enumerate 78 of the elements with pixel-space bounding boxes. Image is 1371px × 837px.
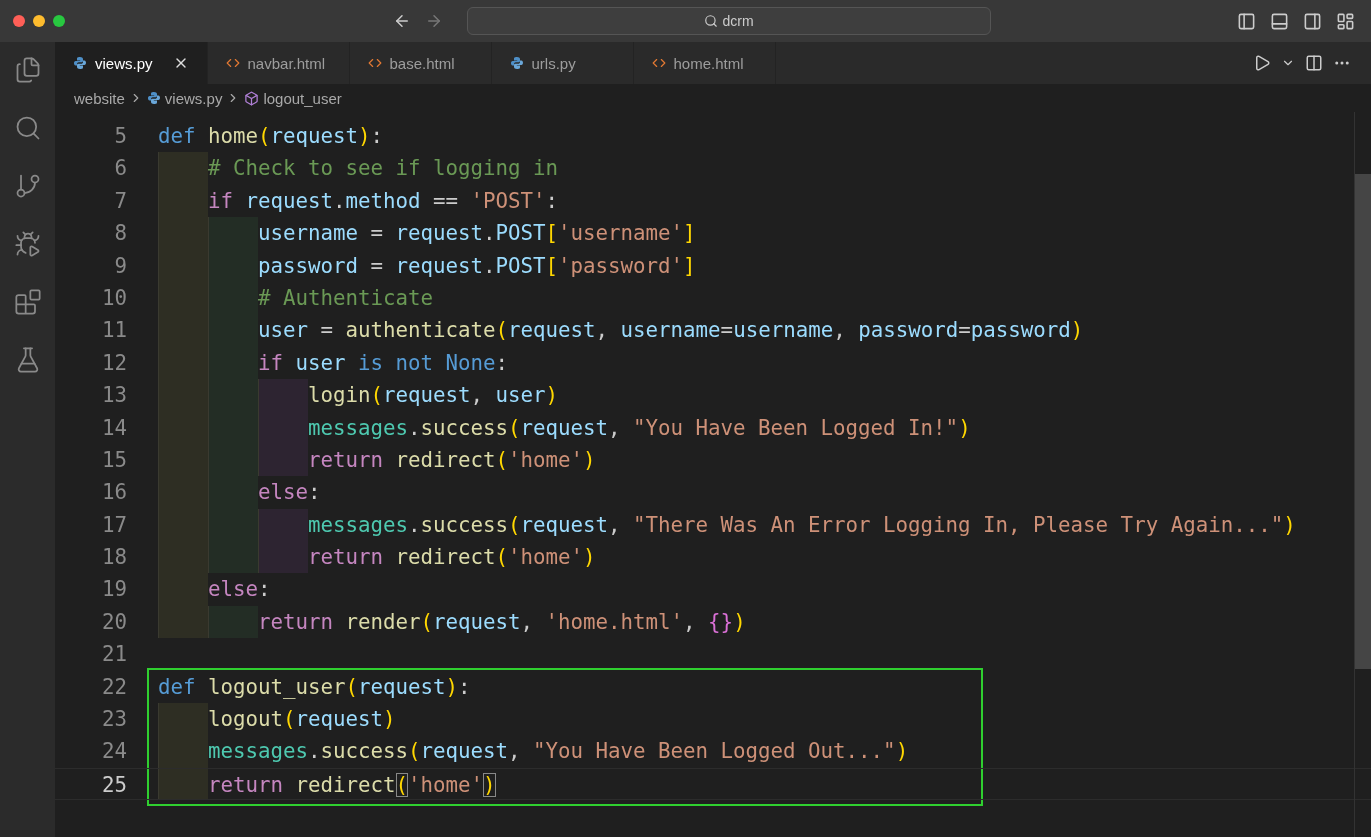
line-number: 13 xyxy=(100,382,128,410)
split-editor-icon[interactable] xyxy=(1305,54,1323,72)
code-line: return redirect('home') xyxy=(308,544,596,572)
line-number: 6 xyxy=(113,155,128,183)
line-number: 7 xyxy=(113,187,128,215)
code-line: if request.method == 'POST': xyxy=(208,187,559,215)
close-window-button[interactable] xyxy=(13,15,25,27)
line-number: 18 xyxy=(100,544,128,572)
line-number: 23 xyxy=(100,706,128,734)
code-line: messages.success(request, "You Have Been Logged In!") xyxy=(308,414,971,442)
line-number: 19 xyxy=(100,576,128,604)
indent-guide xyxy=(158,605,208,639)
code-line: return redirect('home') xyxy=(308,446,596,474)
cube-icon xyxy=(244,90,260,106)
code-line: return render(request, 'home.html', {}) xyxy=(258,608,746,636)
code-line: login(request, user) xyxy=(308,382,559,410)
code-line: messages.success(request, "You Have Been Logged Out...") xyxy=(208,738,909,766)
indent-guide xyxy=(158,703,208,736)
code-line: return redirect('home') xyxy=(208,771,496,799)
breadcrumb-item[interactable]: logout_user xyxy=(263,89,342,107)
run-icon[interactable] xyxy=(1253,54,1271,72)
code-line: # Authenticate xyxy=(258,284,433,312)
code-line: else: xyxy=(258,479,321,507)
indent-guide xyxy=(258,379,308,412)
code-line: username = request.POST['username'] xyxy=(258,220,696,248)
line-number: 5 xyxy=(113,123,128,150)
panel-right-icon[interactable] xyxy=(1303,11,1322,31)
line-number: 10 xyxy=(100,284,128,312)
minimize-window-button[interactable] xyxy=(33,15,45,27)
python-icon xyxy=(509,56,524,70)
indent-guide xyxy=(208,541,258,574)
line-number: 16 xyxy=(100,479,128,507)
run-debug-icon[interactable] xyxy=(13,230,42,258)
code-line: logout(request) xyxy=(208,706,396,734)
line-number: 25 xyxy=(100,771,128,799)
line-number: 11 xyxy=(100,317,128,345)
line-number: 24 xyxy=(100,738,128,766)
indent-guide xyxy=(208,217,258,250)
line-number: 20 xyxy=(100,608,128,636)
code-line: if user is not None: xyxy=(258,349,509,377)
line-number: 21 xyxy=(100,641,128,669)
code-icon xyxy=(367,56,382,70)
code-line: password = request.POST['password'] xyxy=(258,252,696,280)
line-number: 9 xyxy=(113,252,128,280)
line-number: 14 xyxy=(100,414,128,442)
code-icon xyxy=(225,56,240,70)
indent-guide xyxy=(208,605,258,639)
code-icon xyxy=(651,56,666,70)
extensions-icon[interactable] xyxy=(13,288,42,316)
python-icon xyxy=(146,91,161,105)
line-number: 8 xyxy=(113,220,128,248)
breadcrumb-item[interactable]: website xyxy=(74,89,125,107)
indent-guide xyxy=(258,541,308,574)
search-text: dcrm xyxy=(722,13,754,29)
layout-icon[interactable] xyxy=(1336,11,1355,31)
back-button[interactable] xyxy=(393,12,411,30)
panel-left-icon[interactable] xyxy=(1237,11,1256,31)
indent-guide xyxy=(158,152,208,185)
code-line: # Check to see if logging in xyxy=(208,155,559,183)
line-number: 22 xyxy=(100,673,128,701)
search-icon xyxy=(704,14,719,28)
command-search-field[interactable]: dcrm xyxy=(467,7,991,35)
breadcrumb-item[interactable]: views.py xyxy=(164,89,223,107)
code-line: messages.success(request, "There Was An Error Logging In, Please Try Again...") xyxy=(308,511,1296,539)
indent-guide xyxy=(258,508,308,542)
indent-guide xyxy=(258,443,308,477)
line-number: 12 xyxy=(100,349,128,377)
python-icon xyxy=(73,56,87,70)
file-tab[interactable]: views.py xyxy=(55,42,208,84)
code-line: else: xyxy=(208,576,271,604)
panel-bottom-icon[interactable] xyxy=(1270,11,1289,31)
code-line: def home(request): xyxy=(158,123,384,150)
zoom-window-button[interactable] xyxy=(53,15,65,27)
scrollbar-thumb[interactable] xyxy=(1355,174,1371,669)
line-number: 17 xyxy=(100,511,128,539)
code-line: def logout_user(request): xyxy=(158,673,471,701)
line-number: 15 xyxy=(100,446,128,474)
code-line: user = authenticate(request, username=username, password=password) xyxy=(258,317,1084,345)
